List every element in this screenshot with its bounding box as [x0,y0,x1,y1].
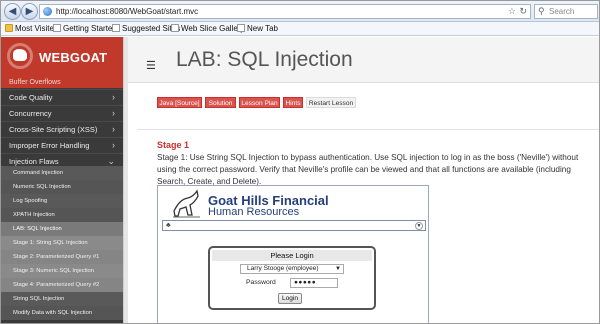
url-input[interactable]: http://localhost:8080/WebGoat/start.mvc … [39,4,531,19]
stage-description: Stage 1: Use String SQL Injection to byp… [157,153,579,186]
sidebar-item-improper-error-handling[interactable]: Improper Error Handling › [1,137,123,153]
chevron-down-icon: ▼ [415,222,423,230]
sidebar-subitem-numeric-sql-injection[interactable]: Numeric SQL Injection [1,180,123,194]
java-source-button[interactable]: Java [Source] [157,97,202,108]
login-button[interactable]: Login [278,293,302,304]
logo-text: WEBGOAT [39,50,108,65]
bookmark-new-tab[interactable]: New Tab [237,22,278,35]
goat-icon [13,49,27,61]
sidebar-subitem-string-sql-injection[interactable]: String SQL Injection [1,292,123,306]
page-icon [112,24,120,32]
divider [137,129,599,130]
password-label: Password [246,279,276,286]
department-name: Human Resources [208,206,300,218]
user-select-value: Larry Stooge (employee) [247,265,319,272]
url-text: http://localhost:8080/WebGoat/start.mvc [56,7,199,16]
sidebar-subitem-lab-sql-injection[interactable]: LAB: SQL Injection [1,222,123,236]
sidebar-item-code-quality[interactable]: Code Quality › [1,89,123,105]
page-icon [237,24,245,32]
page-header: ☰ LAB: SQL Injection [128,37,599,83]
sidebar-subitem-stage-3[interactable]: Stage 3: Numeric SQL Injection [1,264,123,278]
lesson-plan-button[interactable]: Lesson Plan [239,97,280,108]
sidebar: WEBGOAT Buffer Overflows Code Quality › C… [1,37,123,323]
restart-lesson-button[interactable]: Restart Lesson [306,97,356,108]
login-title: Please Login [212,250,372,261]
page-title: LAB: SQL Injection [176,48,353,71]
sidebar-subitem-stage-2[interactable]: Stage 2: Parameterized Query #1 [1,250,123,264]
page-icon [171,24,179,32]
stage-heading: Stage 1 [157,140,190,150]
page-icon [53,24,61,32]
sidebar-subitem-xpath-injection[interactable]: XPATH Injection [1,208,123,222]
chevron-right-icon: › [112,124,115,134]
login-panel: Please Login Larry Stooge (employee) ▼ P… [208,246,376,310]
sidebar-item-xss[interactable]: Cross-Site Scripting (XSS) › [1,121,123,137]
reload-icon[interactable]: ↻ [519,5,527,18]
bookmark-folder-icon [5,24,13,32]
hints-button[interactable]: Hints [283,97,303,108]
search-icon: ⚲ [538,6,545,16]
sidebar-subitem-modify-data[interactable]: Modify Data with SQL Injection [1,306,123,320]
address-bar: ◀ ▶ http://localhost:8080/WebGoat/start.… [1,1,599,22]
solution-button[interactable]: Solution [205,97,236,108]
sidebar-subitem-stage-1[interactable]: Stage 1: String SQL Injection [1,236,123,250]
logo: WEBGOAT [1,37,123,77]
sidebar-subitem-log-spoofing[interactable]: Log Spoofing [1,194,123,208]
search-placeholder: Search [549,7,575,16]
menu-icon[interactable]: ☰ [146,59,156,72]
employee-dropdown[interactable]: ♣ ▼ [162,220,426,231]
browser-window: ◀ ▶ http://localhost:8080/WebGoat/start.… [0,0,600,324]
goat-logo-icon [173,189,200,218]
chevron-right-icon: › [112,92,115,102]
sidebar-subitem-stage-4[interactable]: Stage 4: Parameterized Query #2 [1,278,123,292]
bookmark-most-visited[interactable]: Most Visited [5,22,58,35]
sidebar-item-concurrency[interactable]: Concurrency › [1,105,123,121]
forward-arrow-icon[interactable]: ▶ [21,3,38,20]
user-select[interactable]: Larry Stooge (employee) ▼ [240,264,344,274]
password-field[interactable]: ●●●●● [290,278,338,288]
chevron-right-icon: › [112,108,115,118]
back-arrow-icon[interactable]: ◀ [4,3,21,20]
chevron-right-icon: › [112,140,115,150]
lesson-app-frame: Goat Hills Financial Human Resources ♣ ▼… [157,185,429,323]
bookmark-star-icon[interactable]: ☆ [508,5,516,18]
sidebar-item-buffer-overflows[interactable]: Buffer Overflows [1,77,123,88]
search-input[interactable]: ⚲ Search [534,4,598,19]
globe-icon [43,7,52,16]
bookmark-web-slice-gallery[interactable]: Web Slice Gallery [171,22,244,35]
sidebar-subitem-command-injection[interactable]: Command Injection [1,166,123,180]
bookmark-getting-started[interactable]: Getting Started [53,22,117,35]
bookmarks-bar: Most Visited Getting Started Suggested S… [1,22,599,36]
dropdown-arrow-icon: ▼ [335,266,341,272]
people-icon: ♣ [166,222,171,229]
